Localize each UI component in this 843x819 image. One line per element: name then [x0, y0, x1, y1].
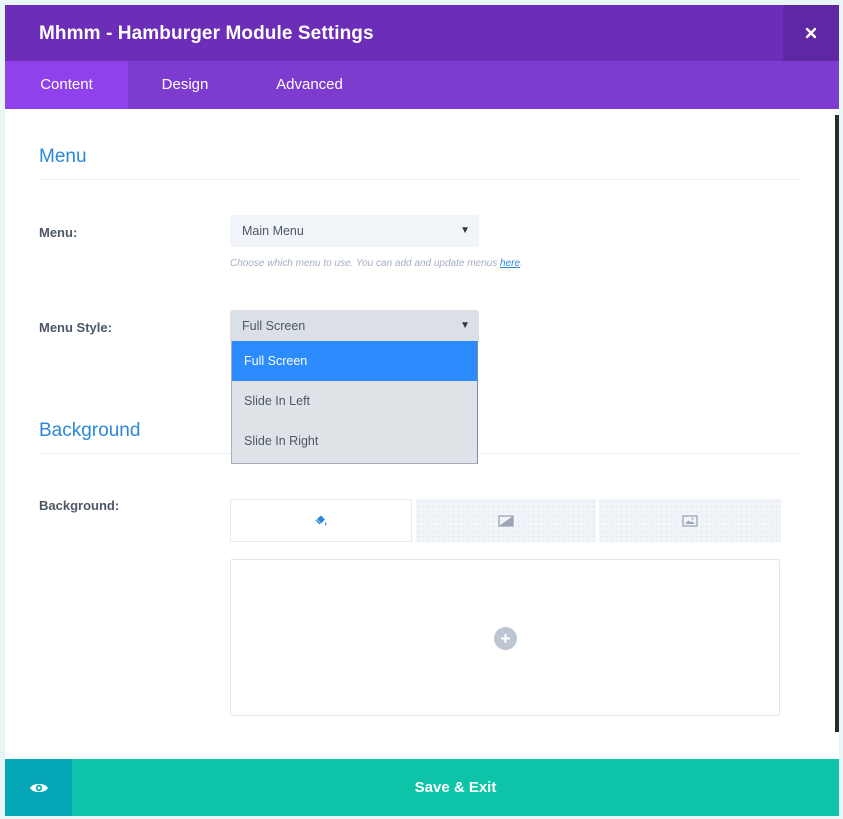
- settings-modal: Mhmm - Hamburger Module Settings Content…: [5, 5, 839, 816]
- menu-hint-end: .: [520, 258, 523, 269]
- menu-style-option-slide-in-left[interactable]: Slide In Left: [232, 381, 477, 421]
- close-button[interactable]: [783, 5, 839, 61]
- menu-hint-text: Choose which menu to use. You can add an…: [230, 258, 501, 269]
- menu-style-option-slide-in-right[interactable]: Slide In Right: [232, 421, 477, 461]
- menu-hint: Choose which menu to use. You can add an…: [230, 258, 523, 269]
- background-color-tab[interactable]: [230, 499, 412, 542]
- image-icon: [682, 514, 698, 527]
- menu-select-value: Main Menu: [242, 224, 304, 238]
- background-section-title[interactable]: Background: [39, 420, 140, 442]
- gradient-icon: [498, 514, 514, 527]
- background-image-tab[interactable]: [599, 499, 781, 542]
- modal-footer: Save & Exit: [5, 759, 839, 816]
- tab-content[interactable]: Content: [5, 61, 128, 109]
- save-exit-button[interactable]: Save & Exit: [72, 759, 839, 816]
- menu-style-option-full-screen[interactable]: Full Screen: [232, 341, 477, 381]
- plus-icon: [501, 634, 510, 643]
- eye-icon: [29, 783, 48, 792]
- background-label: Background:: [39, 498, 120, 513]
- menu-style-select[interactable]: Full Screen ▼: [230, 310, 479, 342]
- close-icon: [805, 27, 817, 39]
- menu-select[interactable]: Main Menu ▼: [230, 215, 479, 247]
- dropdown-arrow-icon: ▼: [460, 225, 470, 236]
- tab-advanced[interactable]: Advanced: [242, 61, 377, 109]
- dropdown-arrow-icon: ▼: [460, 320, 470, 331]
- menu-style-label: Menu Style:: [39, 320, 112, 335]
- scrollbar[interactable]: [835, 115, 839, 732]
- preview-button[interactable]: [5, 759, 72, 816]
- background-color-area[interactable]: [230, 559, 780, 716]
- menu-section-title[interactable]: Menu: [39, 146, 87, 168]
- paint-bucket-icon: [315, 515, 327, 525]
- add-color-button[interactable]: [494, 627, 517, 650]
- modal-title: Mhmm - Hamburger Module Settings: [39, 23, 374, 44]
- menu-hint-link[interactable]: here: [500, 258, 520, 269]
- menu-label: Menu:: [39, 225, 78, 240]
- menu-style-select-value: Full Screen: [242, 319, 306, 333]
- section-divider: [39, 179, 800, 180]
- modal-header: Mhmm - Hamburger Module Settings: [5, 5, 839, 61]
- tab-bar: Content Design Advanced: [5, 61, 839, 109]
- tab-design[interactable]: Design: [128, 61, 242, 109]
- menu-style-dropdown: Full Screen Slide In Left Slide In Right: [231, 341, 478, 464]
- content-panel: Menu Menu: Main Menu ▼ Choose which menu…: [5, 109, 839, 759]
- background-gradient-tab[interactable]: [416, 499, 596, 542]
